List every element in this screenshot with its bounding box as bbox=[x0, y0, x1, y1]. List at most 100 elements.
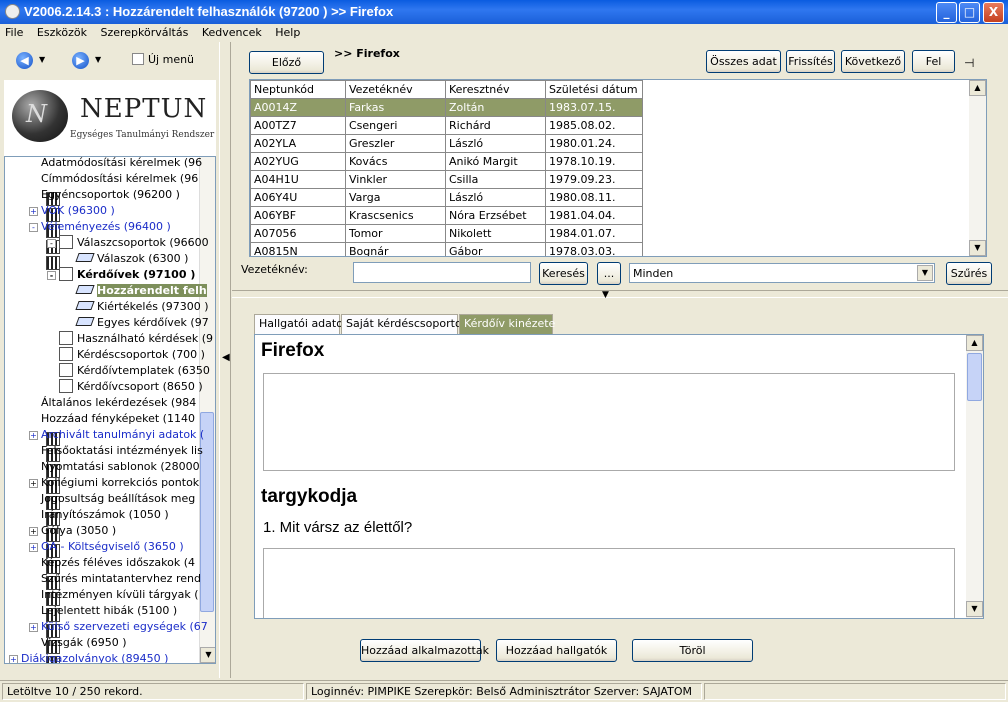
maximize-button[interactable]: □ bbox=[959, 2, 980, 23]
close-button[interactable]: X bbox=[983, 2, 1004, 23]
tree-item[interactable]: Egyéncsoportok (96200 ) bbox=[29, 187, 180, 238]
vertical-splitter[interactable]: ◀ bbox=[219, 42, 231, 678]
horizontal-splitter[interactable]: ▼ bbox=[232, 290, 1008, 300]
tree-item[interactable]: Vizsgák (6950 ) bbox=[29, 635, 127, 651]
tree-scrollbar[interactable]: ▼ bbox=[199, 157, 215, 663]
column-header[interactable]: Neptunkód bbox=[250, 80, 346, 99]
table-row[interactable]: A02YLA Greszler László 1980.01.24. bbox=[250, 134, 643, 153]
scroll-up-icon[interactable]: ▲ bbox=[966, 335, 983, 351]
expand-icon[interactable]: + bbox=[29, 527, 38, 536]
table-row[interactable]: A06Y4U Varga László 1980.08.11. bbox=[250, 188, 643, 207]
collapse-down-icon[interactable]: ▼ bbox=[602, 290, 609, 300]
back-dropdown-icon[interactable]: ▼ bbox=[39, 55, 45, 64]
frissites-button[interactable]: Frissítés bbox=[786, 50, 835, 73]
chevron-down-icon[interactable]: ▼ bbox=[917, 265, 933, 281]
preview-scrollbar[interactable]: ▲ ▼ bbox=[966, 335, 983, 618]
column-header[interactable]: Vezetéknév bbox=[345, 80, 446, 99]
tree-item[interactable]: Adatmódosítási kérelmek (96 bbox=[29, 157, 202, 206]
menu-file[interactable]: File bbox=[0, 24, 28, 41]
expand-icon[interactable]: + bbox=[29, 543, 38, 552]
tree-item[interactable]: - Véleményezés (96400 ) bbox=[29, 219, 171, 270]
minimize-button[interactable]: _ bbox=[936, 2, 957, 23]
scroll-down-icon[interactable]: ▼ bbox=[200, 647, 215, 663]
students-grid[interactable]: Neptunkód Vezetéknév Keresztnév Születési d… bbox=[249, 79, 987, 257]
answer-box[interactable] bbox=[263, 548, 955, 618]
tab-sajat-kerdescsoportok[interactable]: Saját kérdéscsoportok bbox=[341, 314, 468, 334]
tree-item[interactable]: Felsőoktatási intézmények lis bbox=[29, 443, 203, 494]
collapse-icon[interactable]: - bbox=[47, 239, 56, 248]
szures-button[interactable]: Szűrés bbox=[946, 262, 992, 285]
expand-icon[interactable]: + bbox=[29, 623, 38, 632]
kereses-button[interactable]: Keresés bbox=[539, 262, 588, 285]
tree-item[interactable]: + Kollégiumi korrekciós pontok bbox=[29, 475, 199, 526]
vezeteknev-input[interactable] bbox=[353, 262, 531, 283]
tree-item[interactable]: Válaszok (6300 ) bbox=[65, 251, 188, 267]
tree-item[interactable]: Hozzárendelt felh bbox=[65, 283, 207, 299]
tree-item[interactable]: Szűrés mintatantervhez rend bbox=[29, 571, 201, 622]
column-header[interactable]: Keresztnév bbox=[445, 80, 546, 99]
osszes-adat-button[interactable]: Összes adat bbox=[706, 50, 781, 73]
table-row[interactable]: A02YUG Kovács Anikó Margit 1978.10.19. bbox=[250, 152, 643, 171]
collapse-icon[interactable]: - bbox=[47, 271, 56, 280]
expand-icon[interactable]: + bbox=[9, 655, 18, 663]
tab-hallgatoi-adatok[interactable]: Hallgatói adatok bbox=[254, 314, 349, 334]
browse-button[interactable]: ... bbox=[597, 262, 621, 285]
table-row[interactable]: A00TZ7 Csengeri Richárd 1985.08.02. bbox=[250, 116, 643, 135]
tree-item[interactable]: Képzés féléves időszakok (4 bbox=[29, 555, 195, 606]
filter-select[interactable]: Minden ▼ bbox=[629, 263, 935, 283]
column-header[interactable]: Születési dátum bbox=[545, 80, 643, 99]
menu-help[interactable]: Help bbox=[270, 24, 305, 41]
table-row[interactable]: A06YBF Krascsenics Nóra Erzsébet 1981.04.04… bbox=[250, 206, 643, 225]
back-button[interactable]: ◀ ▼ bbox=[16, 50, 56, 72]
tree-item[interactable]: Használható kérdések (9 bbox=[47, 331, 213, 347]
tree-item[interactable]: Lejelentett hibák (5100 ) bbox=[29, 603, 177, 654]
table-row[interactable]: A0815N Bognár Gábor 1978.03.03. bbox=[250, 242, 643, 256]
menu-kedvencek[interactable]: Kedvencek bbox=[197, 24, 267, 41]
table-row[interactable]: A0014Z Farkas Zoltán 1983.07.15. bbox=[250, 98, 643, 117]
tree-item[interactable]: Kérdőívcsoport (8650 ) bbox=[47, 379, 203, 395]
elozo-button[interactable]: Előző bbox=[249, 51, 324, 74]
forward-dropdown-icon[interactable]: ▼ bbox=[95, 55, 101, 64]
tree-item[interactable]: Irányítószámok (1050 ) bbox=[29, 507, 169, 558]
hozzaad-alkalmazottak-button[interactable]: Hozzáad alkalmazottak bbox=[360, 639, 489, 662]
tree-item[interactable]: + VOK (96300 ) bbox=[29, 203, 115, 254]
tree-item[interactable]: Kérdőívtemplatek (6350 bbox=[47, 363, 210, 379]
tree-item[interactable]: Kiértékelés (97300 ) bbox=[65, 299, 209, 315]
table-row[interactable]: A07056 Tomor Nikolett 1984.01.07. bbox=[250, 224, 643, 243]
hozzaad-hallgatok-button[interactable]: Hozzáad hallgatók bbox=[496, 639, 617, 662]
tree-item[interactable]: - Válaszcsoportok (96600 bbox=[47, 235, 209, 251]
tab-kerdoiv-kinezete[interactable]: Kérdőív kinézete bbox=[459, 314, 555, 334]
tree-item[interactable]: + OA - Költségviselő (3650 ) bbox=[29, 539, 184, 590]
expand-icon[interactable]: + bbox=[29, 207, 38, 216]
collapse-left-icon[interactable]: ◀ bbox=[222, 352, 230, 363]
tree-item[interactable]: Egyes kérdőívek (97 bbox=[65, 315, 209, 331]
forward-button[interactable]: ▶ ▼ bbox=[72, 50, 112, 72]
collapse-icon[interactable]: - bbox=[29, 223, 38, 232]
tree-item[interactable]: + Diákigazolványok (89450 ) bbox=[9, 651, 168, 663]
tree-item[interactable]: - Kérdőívek (97100 ) bbox=[47, 267, 195, 283]
pin-icon[interactable]: ⊣ bbox=[964, 56, 974, 70]
table-row[interactable]: A04H1U Vinkler Csilla 1979.09.23. bbox=[250, 170, 643, 189]
menu-tree[interactable]: ▼ Adatmódosítási kérelmek (96 Címmódosítá… bbox=[4, 156, 216, 664]
menu-eszkozok[interactable]: Eszközök bbox=[32, 24, 92, 41]
tree-item[interactable]: + Archivált tanulmányi adatok ( bbox=[29, 427, 204, 478]
torol-button[interactable]: Töröl bbox=[632, 639, 753, 662]
scroll-down-icon[interactable]: ▼ bbox=[969, 240, 986, 256]
tree-item[interactable]: Intézményen kívüli tárgyak ( bbox=[29, 587, 199, 638]
tree-item[interactable]: Általános lekérdezések (984 bbox=[29, 395, 196, 446]
menu-szerepkorvaltas[interactable]: Szerepkörváltás bbox=[95, 24, 193, 41]
tree-item[interactable]: Kérdéscsoportok (700 ) bbox=[47, 347, 205, 363]
tree-item[interactable]: + Külső szervezeti egységek (67 bbox=[29, 619, 208, 663]
tree-item[interactable]: Nyomtatási sablonok (28000 bbox=[29, 459, 200, 510]
scroll-up-icon[interactable]: ▲ bbox=[969, 80, 986, 96]
scroll-down-icon[interactable]: ▼ bbox=[966, 601, 983, 617]
expand-icon[interactable]: + bbox=[29, 431, 38, 440]
tree-item[interactable]: Jogosultság beállítások meg bbox=[29, 491, 195, 542]
preview-scroll-thumb[interactable] bbox=[967, 353, 982, 401]
uj-menu-checkbox[interactable]: Új menü bbox=[132, 53, 194, 66]
grid-scrollbar[interactable]: ▲ ▼ bbox=[969, 80, 986, 256]
tree-item[interactable]: Címmódosítási kérelmek (96 bbox=[29, 171, 198, 222]
kovetkezo-button[interactable]: Következő bbox=[841, 50, 905, 73]
tree-item[interactable]: + Gólya (3050 ) bbox=[29, 523, 116, 574]
expand-icon[interactable]: + bbox=[29, 479, 38, 488]
